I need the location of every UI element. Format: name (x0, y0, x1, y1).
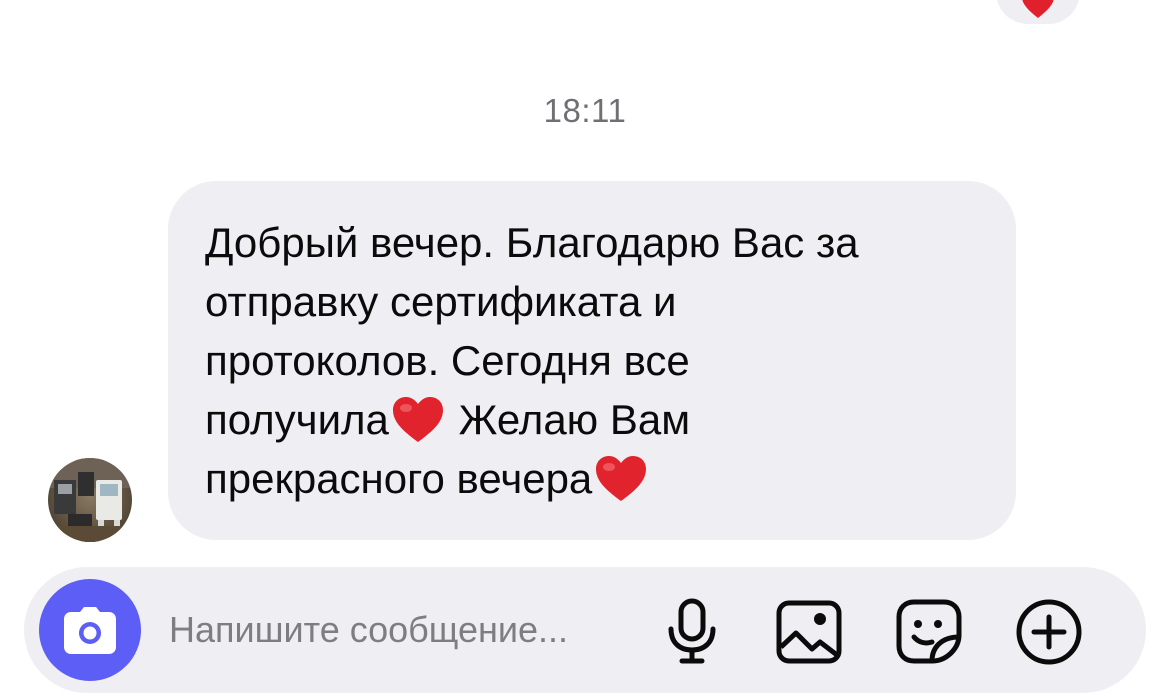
heart-icon (1022, 0, 1054, 18)
message-line-5: Желаю Вам (446, 396, 691, 443)
red-heart-emoji-icon (392, 397, 443, 442)
message-line-2: отправку сертификата и (205, 278, 677, 325)
voice-message-button[interactable] (662, 597, 732, 667)
incoming-message-bubble[interactable]: Добрый вечер. Благодарю Вас за отправку … (168, 181, 1016, 540)
message-line-4: получила (205, 396, 389, 443)
image-icon (776, 600, 842, 664)
camera-button[interactable] (39, 579, 141, 681)
message-line-3: протоколов. Сегодня все (205, 337, 690, 384)
sticker-icon (896, 599, 962, 664)
microphone-icon (668, 598, 716, 664)
camera-icon (64, 607, 116, 654)
message-composer (24, 567, 1146, 693)
avatar[interactable] (48, 458, 132, 542)
message-line-6: прекрасного вечера (205, 455, 593, 502)
red-heart-emoji-icon (596, 456, 647, 501)
message-line-1: Добрый вечер. Благодарю Вас за (205, 219, 859, 266)
reaction-badge[interactable] (996, 0, 1080, 24)
gallery-button[interactable] (774, 597, 844, 667)
message-text: Добрый вечер. Благодарю Вас за отправку … (205, 213, 986, 508)
plus-icon (1016, 599, 1082, 665)
chat-screen: 18:11 Добрый вечер. Благодарю Вас за отп… (0, 0, 1170, 699)
message-timestamp: 18:11 (543, 92, 627, 129)
sticker-button[interactable] (894, 597, 964, 667)
more-actions-button[interactable] (1014, 597, 1084, 667)
message-input[interactable] (169, 601, 639, 659)
